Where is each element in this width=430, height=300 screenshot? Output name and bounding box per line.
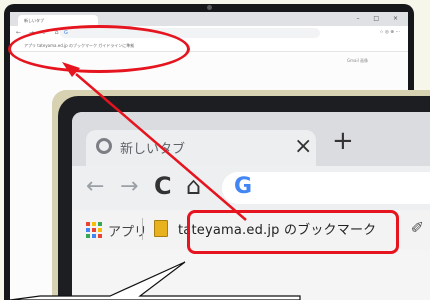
speech-balloon [9,261,301,300]
